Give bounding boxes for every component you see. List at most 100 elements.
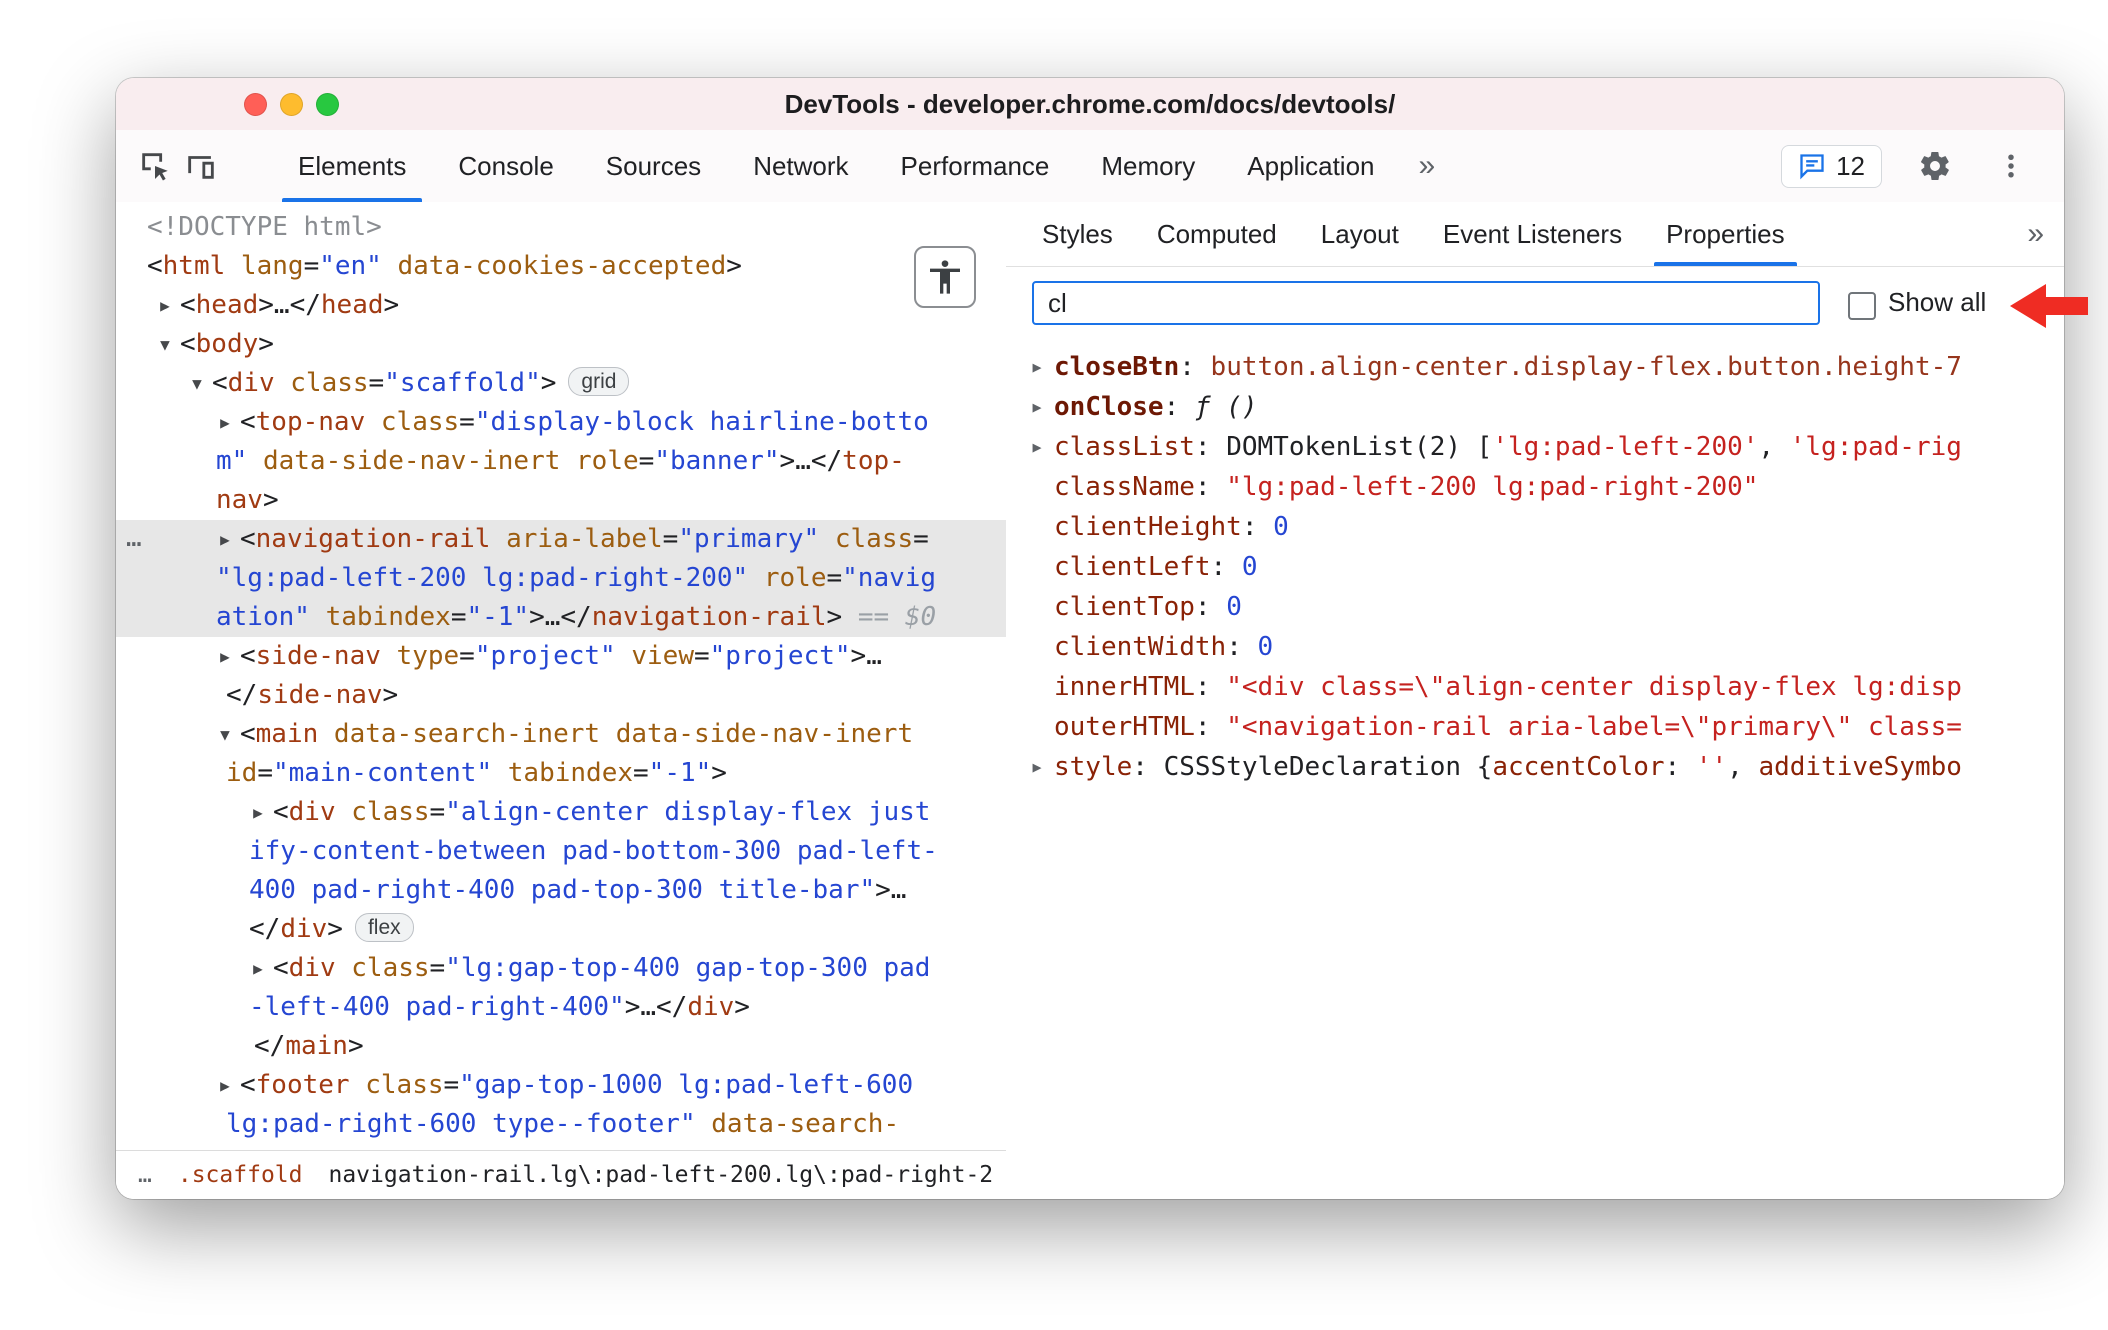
main-toolbar: Elements Console Sources Network Performance… (116, 130, 2064, 203)
property-row[interactable]: ▶ onClose: ƒ () (1006, 387, 2064, 427)
properties-filter-input[interactable] (1032, 281, 1820, 325)
close-window-button[interactable] (244, 92, 267, 116)
issues-button[interactable]: 12 (1781, 144, 1882, 188)
collapsed-arrow-icon[interactable]: ▶ (212, 403, 238, 442)
collapsed-arrow-icon[interactable]: ▶ (212, 637, 238, 676)
dom-tree-node[interactable]: id="main-content" tabindex="-1"> (116, 754, 1006, 793)
expanded-arrow-icon[interactable]: ▼ (184, 364, 210, 403)
code-token: side-nav (257, 680, 383, 710)
minimize-window-button[interactable] (280, 92, 303, 116)
expanded-arrow-icon[interactable]: ▼ (212, 715, 238, 754)
breadcrumb-item[interactable]: .scaffold (178, 1162, 303, 1188)
tab-application[interactable]: Application (1221, 130, 1400, 202)
sidebar-tab-layout[interactable]: Layout (1299, 202, 1421, 266)
dom-tree-node[interactable]: ation" tabindex="-1">…</navigation-rail>… (116, 598, 1006, 637)
tab-console[interactable]: Console (432, 130, 579, 202)
dom-tree-node[interactable]: 400 pad-right-400 pad-top-300 title-bar"… (116, 871, 1006, 910)
dom-tree-node[interactable]: ify-content-between pad-bottom-300 pad-l… (116, 832, 1006, 871)
code-token: 0 (1241, 552, 1258, 582)
dom-tree-node[interactable]: ▶ <footer class="gap-top-1000 lg:pad-left… (116, 1066, 1006, 1105)
collapsed-arrow-icon[interactable]: ▶ (1024, 347, 1050, 387)
property-name: clientTop (1054, 592, 1195, 622)
property-row[interactable]: ▶ classList: DOMTokenList(2) ['lg:pad-lef… (1006, 427, 2064, 467)
collapsed-arrow-icon[interactable]: ▶ (1024, 747, 1050, 787)
property-row[interactable]: outerHTML: "<navigation-rail aria-label=… (1006, 707, 2064, 747)
dom-tree-node[interactable]: ▶ <div class="lg:gap-top-400 gap-top-300 … (116, 949, 1006, 988)
dom-tree-node[interactable]: m" data-side-nav-inert role="banner">…</… (116, 442, 1006, 481)
show-all-checkbox[interactable] (1848, 292, 1876, 320)
dom-tree-node[interactable]: ▶ <div class="align-center display-flex j… (116, 793, 1006, 832)
code-token: div (227, 368, 275, 398)
show-all-label: Show all (1888, 287, 1987, 317)
property-row[interactable]: clientLeft: 0 (1006, 547, 2064, 587)
tab-sources[interactable]: Sources (580, 130, 727, 202)
collapsed-arrow-icon[interactable]: ▶ (245, 793, 271, 832)
code-token: = (662, 524, 679, 554)
property-row[interactable]: clientHeight: 0 (1006, 507, 2064, 547)
device-toolbar-button[interactable] (178, 143, 224, 189)
property-row[interactable]: clientWidth: 0 (1006, 627, 2064, 667)
collapsed-arrow-icon[interactable]: ▶ (152, 286, 178, 325)
breadcrumb-item[interactable]: … (138, 1162, 152, 1188)
sidebar-tab-computed[interactable]: Computed (1135, 202, 1299, 266)
breadcrumb-item[interactable]: navigation-rail.lg\:pad-left-200.lg\:pad… (328, 1162, 993, 1188)
grid-badge[interactable]: grid (568, 367, 630, 396)
inspect-element-button[interactable] (132, 143, 178, 189)
property-colon: : (1179, 352, 1211, 382)
property-colon: : (1132, 752, 1164, 782)
tab-performance[interactable]: Performance (875, 130, 1076, 202)
dom-tree-node[interactable]: <!DOCTYPE html> (116, 208, 1006, 247)
collapsed-arrow-icon[interactable]: ▶ (212, 520, 238, 559)
property-row[interactable]: ▶ style: CSSStyleDeclaration {accentColor… (1006, 747, 2064, 787)
sidebar-tab-styles[interactable]: Styles (1020, 202, 1135, 266)
dom-tree-node[interactable]: -left-400 pad-right-400">…</div> (116, 988, 1006, 1027)
code-token: "display-block hairline-botto (474, 407, 929, 437)
tab-memory[interactable]: Memory (1075, 130, 1221, 202)
settings-button[interactable] (1912, 143, 1958, 189)
dom-tree-node[interactable]: ▶ <top-nav class="display-block hairline-… (116, 403, 1006, 442)
dom-tree-node[interactable]: ▼ <main data-search-inert data-side-nav-i… (116, 715, 1006, 754)
flex-badge[interactable]: flex (354, 913, 414, 942)
code-token: "lg:gap-top-400 gap-top-300 pad (445, 953, 931, 983)
sidebar-tab-properties[interactable]: Properties (1644, 202, 1807, 266)
tab-elements[interactable]: Elements (272, 130, 432, 202)
menu-kebab-button[interactable] (1988, 143, 2034, 189)
tab-network[interactable]: Network (727, 130, 874, 202)
dom-tree-node[interactable]: "lg:pad-left-200 lg:pad-right-200" role=… (116, 559, 1006, 598)
property-name: style (1054, 752, 1133, 782)
collapsed-arrow-icon[interactable]: ▶ (212, 1066, 238, 1105)
dom-tree-node[interactable]: … ▶ <navigation-rail aria-label="primary" … (116, 520, 1006, 559)
code-token: '' (1695, 752, 1728, 782)
code-token: < (180, 329, 196, 359)
sidebar-tab-event-listeners[interactable]: Event Listeners (1421, 202, 1644, 266)
dom-tree-node[interactable]: lg:pad-right-600 type--footer" data-sear… (116, 1105, 1006, 1144)
dom-tree-node[interactable]: ▼ <div class="scaffold"> grid (116, 364, 1006, 403)
accessibility-tree-button[interactable] (914, 246, 976, 308)
dom-tree-node[interactable]: </div> flex (116, 910, 1006, 949)
collapsed-arrow-icon[interactable]: ▶ (245, 949, 271, 988)
collapsed-arrow-icon[interactable]: ▶ (1024, 387, 1050, 427)
code-token: <!DOCTYPE html> (147, 212, 382, 242)
dom-tree-node[interactable]: ▶ <side-nav type="project" view="project"… (116, 637, 1006, 676)
property-row[interactable]: ▶ closeBtn: button.align-center.display-f… (1006, 347, 2064, 387)
expanded-arrow-icon[interactable]: ▼ (152, 325, 178, 364)
property-row[interactable]: className: "lg:pad-left-200 lg:pad-right… (1006, 467, 2064, 507)
property-row[interactable]: clientTop: 0 (1006, 587, 2064, 627)
code-token: additiveSymbo (1758, 752, 1962, 782)
code-token: >… (850, 641, 882, 671)
more-tabs-chevron[interactable]: » (1419, 149, 1436, 183)
dom-tree-node[interactable]: ▶ <head>…</head> (116, 286, 1006, 325)
titlebar: DevTools - developer.chrome.com/docs/dev… (116, 78, 2064, 131)
node-more-actions[interactable]: … (126, 520, 142, 559)
sidebar-more-tabs-chevron[interactable]: » (2027, 217, 2044, 251)
code-token: button.align-center.display-flex.button.… (1210, 352, 1962, 382)
dom-tree-node[interactable]: <html lang="en" data-cookies-accepted> (116, 247, 1006, 286)
dom-tree-node[interactable]: </side-nav> (116, 676, 1006, 715)
dom-tree-node[interactable]: nav> (116, 481, 1006, 520)
code-token: -left-400 pad-right-400" (249, 992, 625, 1022)
dom-tree-node[interactable]: ▼ <body> (116, 325, 1006, 364)
collapsed-arrow-icon[interactable]: ▶ (1024, 427, 1050, 467)
dom-tree-node[interactable]: </main> (116, 1027, 1006, 1066)
property-row[interactable]: innerHTML: "<div class=\"align-center di… (1006, 667, 2064, 707)
zoom-window-button[interactable] (316, 92, 339, 116)
